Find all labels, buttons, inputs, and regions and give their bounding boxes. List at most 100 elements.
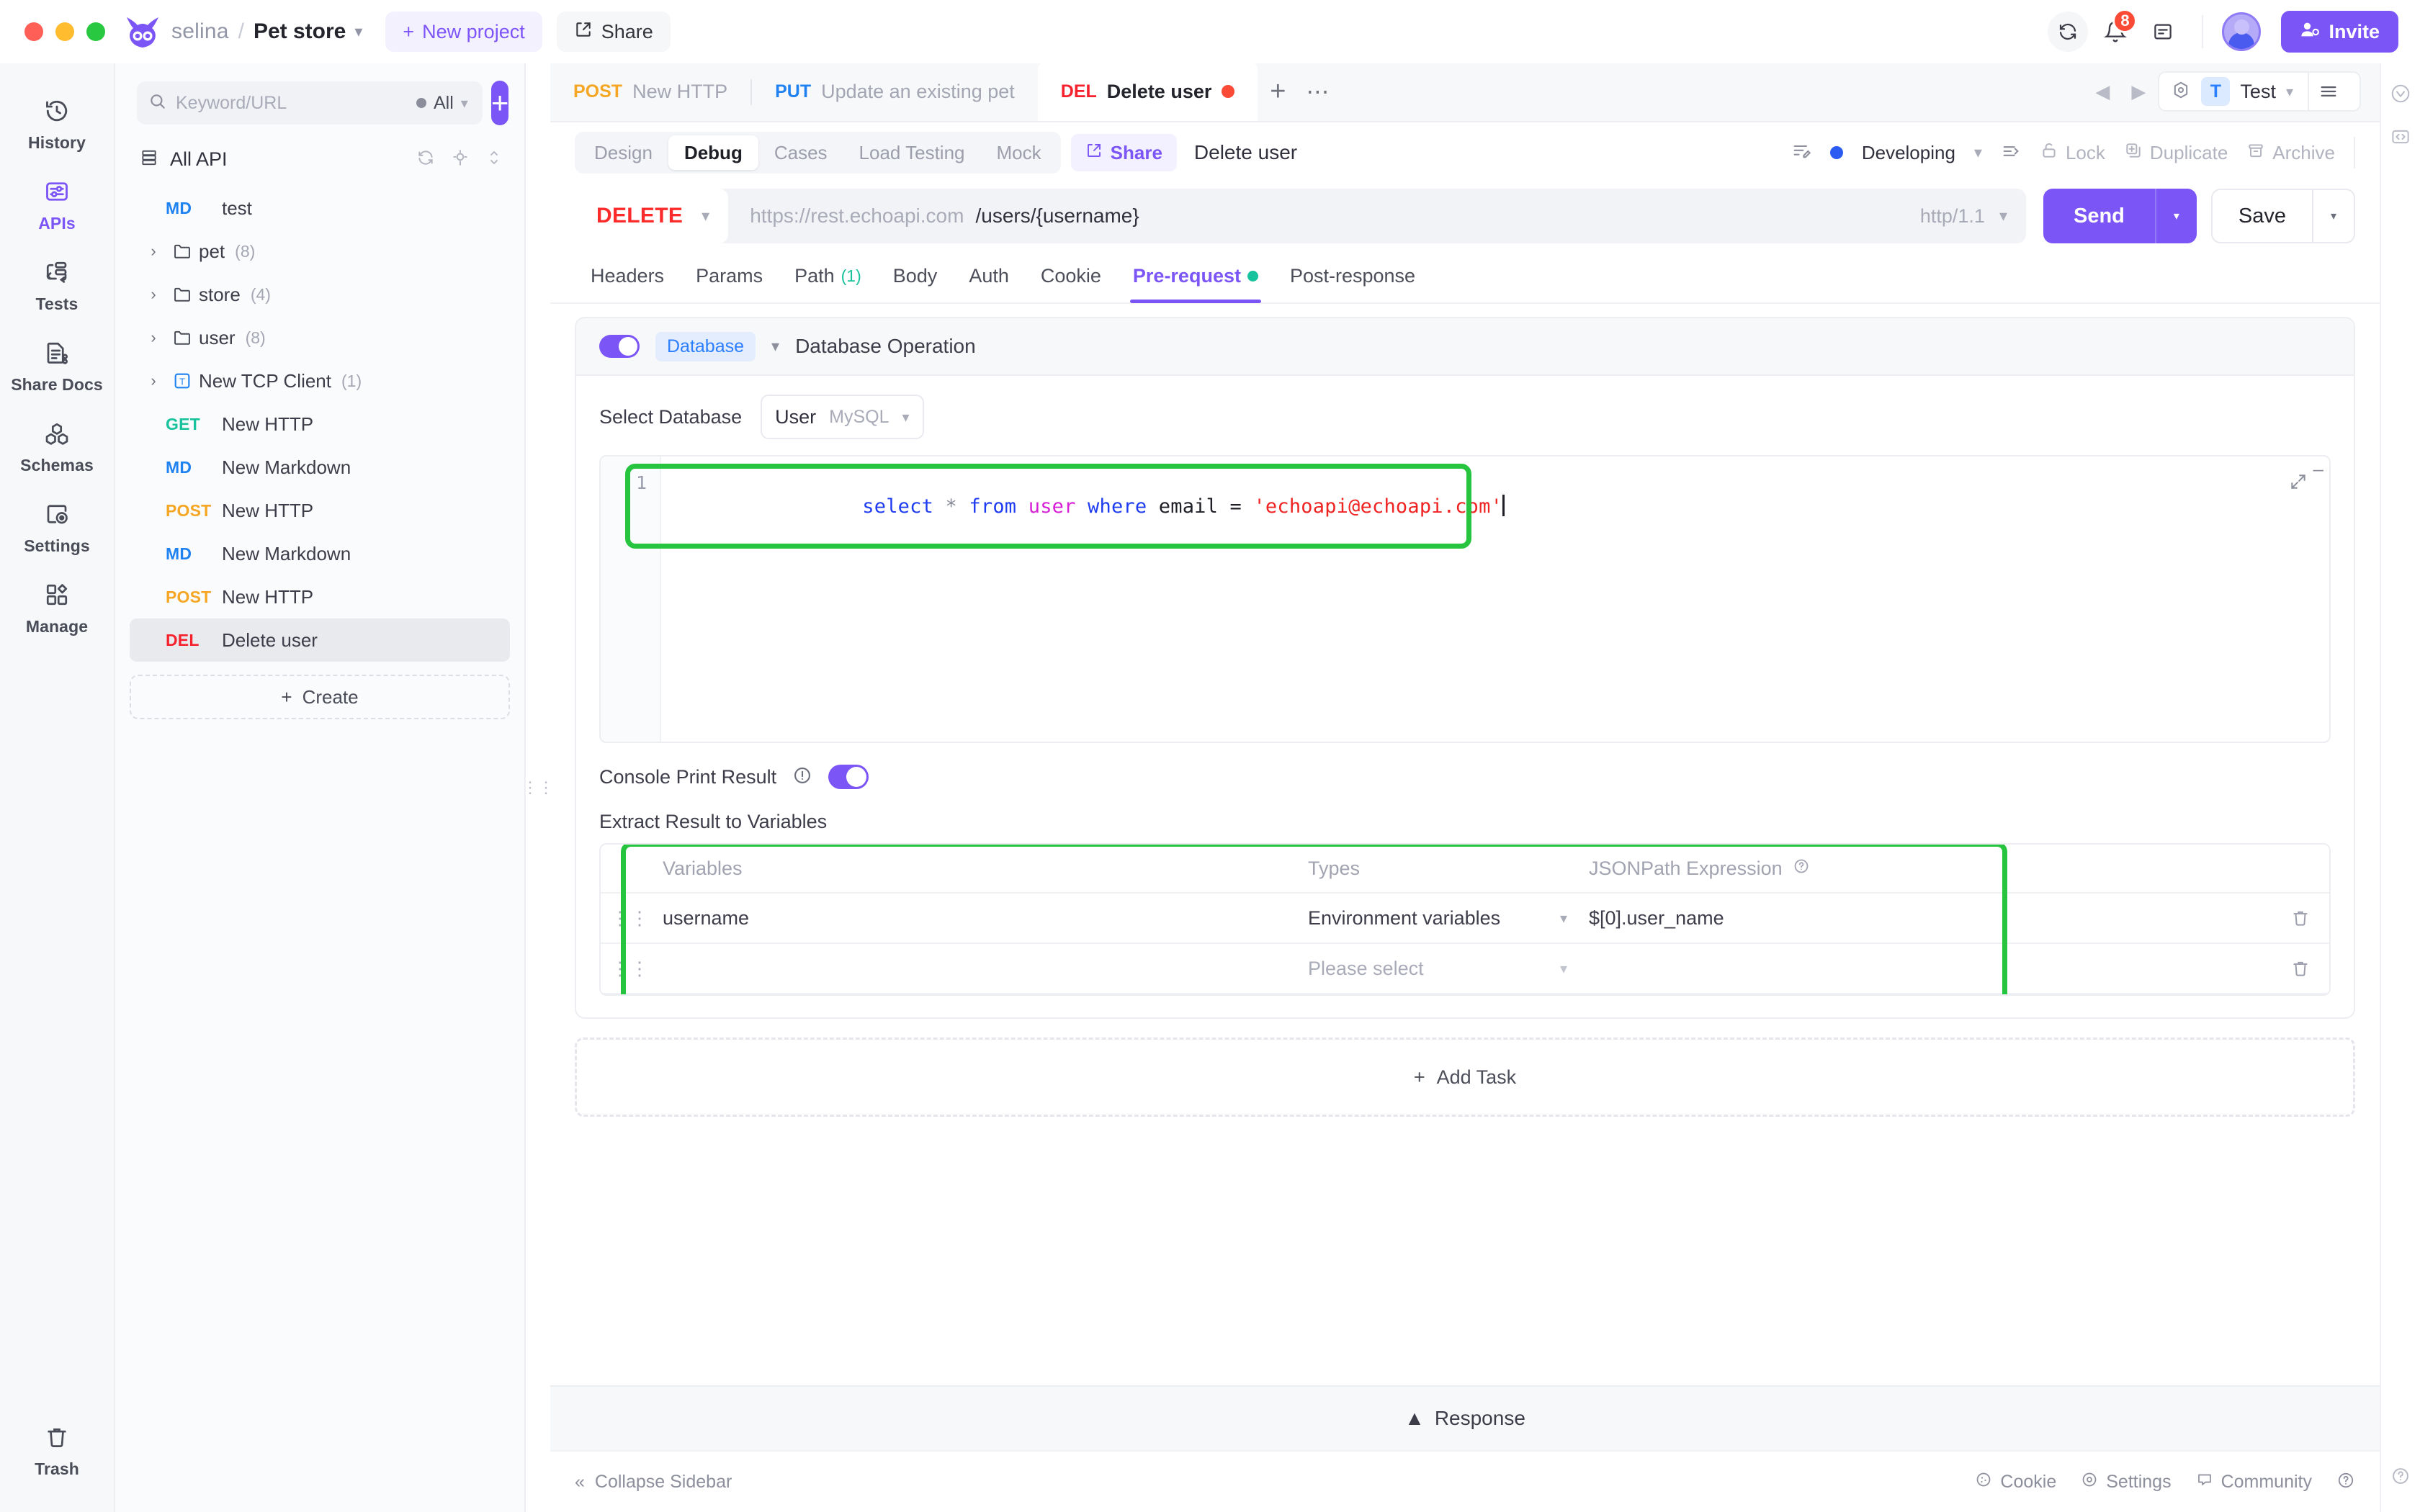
footer-settings-button[interactable]: Settings [2081, 1471, 2172, 1493]
share-request-button[interactable]: Share [1070, 134, 1177, 171]
tab-load-testing[interactable]: Load Testing [843, 135, 981, 170]
collapse-sidebar-button[interactable]: « Collapse Sidebar [575, 1472, 732, 1493]
save-options-chevron-down-icon[interactable]: ▾ [2312, 190, 2354, 242]
tab-new-http[interactable]: POST New HTTP [550, 62, 750, 121]
sidebar-item-trash[interactable]: Trash [0, 1410, 115, 1490]
chevron-right-icon[interactable]: › [141, 242, 166, 261]
sync-icon[interactable] [2048, 12, 2089, 52]
save-button[interactable]: Save [2213, 190, 2312, 242]
close-window-button[interactable] [24, 22, 43, 41]
sidebar-item-share-docs[interactable]: Share Docs [0, 325, 115, 406]
tree-node-delete-user[interactable]: DEL Delete user [130, 618, 510, 662]
code-snippet-icon[interactable] [2386, 122, 2415, 151]
workspace-owner[interactable]: selina [171, 19, 229, 44]
project-chevron-down-icon[interactable]: ▾ [354, 22, 362, 41]
sidebar-item-history[interactable]: History [0, 84, 115, 164]
tree-node-new-tcp-client[interactable]: › T New TCP Client (1) [130, 359, 510, 402]
sql-editor[interactable]: 1 select * from user where email = 'echo… [599, 455, 2331, 743]
tree-node-new-http-post-1[interactable]: POST New HTTP [130, 489, 510, 532]
tab-path[interactable]: Path (1) [779, 248, 877, 303]
url-input[interactable]: https://rest.echoapi.com /users/{usernam… [728, 204, 1901, 228]
locate-icon[interactable] [451, 148, 470, 171]
help-icon[interactable] [2386, 1462, 2415, 1490]
tab-params[interactable]: Params [680, 248, 779, 303]
help-icon[interactable] [1793, 858, 1810, 880]
tree-node-new-markdown-2[interactable]: MD New Markdown [130, 532, 510, 575]
editor-expand-icon[interactable] [2289, 472, 2308, 496]
refresh-icon[interactable] [416, 148, 435, 171]
sidebar-item-schemas[interactable]: Schemas [0, 406, 115, 487]
sort-icon[interactable] [485, 148, 503, 171]
sort-indent-icon[interactable] [2001, 141, 2021, 165]
tree-node-new-http-get[interactable]: GET New HTTP [130, 402, 510, 446]
tree-node-new-markdown-1[interactable]: MD New Markdown [130, 446, 510, 489]
row-drag-handle[interactable]: ⋮⋮ [601, 907, 660, 930]
chevron-right-icon[interactable]: › [141, 285, 166, 304]
search-filter-dropdown[interactable]: All ▾ [416, 93, 471, 114]
new-tab-button[interactable]: + [1258, 62, 1298, 121]
edit-description-icon[interactable] [1791, 141, 1811, 165]
tabs-scroll-right-icon[interactable]: ▶ [2122, 62, 2155, 121]
chevron-right-icon[interactable]: › [141, 372, 166, 390]
delete-row-icon[interactable] [2272, 959, 2329, 978]
row-drag-handle[interactable]: ⋮⋮ [601, 958, 660, 980]
tab-pre-request[interactable]: Pre-request [1117, 248, 1274, 303]
sidebar-resize-handle[interactable]: ⋮⋮ [522, 63, 554, 1512]
tab-update-an-existing-pet[interactable]: PUT Update an existing pet [752, 62, 1038, 121]
tree-node-store[interactable]: › store (4) [130, 273, 510, 316]
table-row[interactable]: ⋮⋮ Please select ▾ [601, 944, 2329, 994]
footer-help-icon[interactable] [2336, 1471, 2355, 1493]
add-task-button[interactable]: + Add Task [575, 1038, 2355, 1117]
response-bar[interactable]: ▲ Response [550, 1385, 2380, 1450]
notes-panel-icon[interactable] [2143, 12, 2183, 52]
chevron-right-icon[interactable]: › [141, 328, 166, 347]
tree-node-test[interactable]: MD test [130, 186, 510, 230]
project-name[interactable]: Pet store [254, 19, 346, 44]
user-avatar[interactable] [2222, 12, 2262, 51]
minimize-window-button[interactable] [55, 22, 74, 41]
footer-cookie-button[interactable]: Cookie [1975, 1471, 2056, 1493]
new-project-button[interactable]: + New project [385, 12, 542, 52]
sidebar-item-apis[interactable]: APIs [0, 164, 115, 245]
status-label[interactable]: Developing [1862, 142, 1955, 164]
tab-overflow-menu-icon[interactable]: ⋯ [1298, 62, 1338, 121]
editor-collapse-icon[interactable]: – [2313, 458, 2323, 480]
jsonpath-cell[interactable]: $[0].user_name [1589, 907, 2272, 930]
tab-post-response[interactable]: Post-response [1274, 248, 1431, 303]
environment-selector[interactable]: T Test ▾ [2158, 71, 2361, 112]
add-api-button[interactable]: + [490, 81, 509, 125]
tab-design[interactable]: Design [578, 135, 668, 170]
tab-body[interactable]: Body [877, 248, 954, 303]
protocol-select[interactable]: http/1.1 ▾ [1901, 189, 2026, 243]
version-history-icon[interactable] [2386, 79, 2415, 108]
tab-debug[interactable]: Debug [668, 135, 758, 170]
send-options-chevron-down-icon[interactable]: ▾ [2154, 189, 2197, 243]
tab-cases[interactable]: Cases [758, 135, 843, 170]
share-button[interactable]: Share [556, 12, 671, 52]
tab-headers[interactable]: Headers [575, 248, 680, 303]
task-type-chevron-down-icon[interactable]: ▾ [771, 337, 779, 356]
task-enabled-toggle[interactable] [599, 335, 640, 358]
search-input[interactable] [176, 92, 408, 114]
invite-button[interactable]: Invite [2281, 11, 2398, 53]
footer-community-button[interactable]: Community [2196, 1471, 2312, 1493]
request-title[interactable]: Delete user [1194, 141, 1297, 164]
all-api-row[interactable]: All API [115, 138, 524, 181]
database-select[interactable]: User MySQL ▾ [761, 395, 924, 439]
tree-node-pet[interactable]: › pet (8) [130, 230, 510, 273]
sidebar-item-tests[interactable]: Tests [0, 245, 115, 325]
tab-cookie[interactable]: Cookie [1025, 248, 1117, 303]
duplicate-button[interactable]: Duplicate [2124, 141, 2228, 165]
chevron-down-icon[interactable]: ▾ [1974, 143, 1982, 162]
environment-menu-icon[interactable] [2308, 71, 2348, 112]
variable-type-select[interactable]: Please select ▾ [1308, 958, 1589, 980]
tab-auth[interactable]: Auth [953, 248, 1025, 303]
delete-row-icon[interactable] [2272, 909, 2329, 927]
tab-mock[interactable]: Mock [981, 135, 1057, 170]
console-print-toggle[interactable] [828, 765, 869, 789]
maximize-window-button[interactable] [86, 22, 105, 41]
send-button[interactable]: Send [2043, 189, 2155, 243]
notifications-button[interactable]: 8 [2095, 9, 2138, 52]
search-box[interactable]: All ▾ [137, 81, 483, 125]
info-icon[interactable] [792, 765, 812, 789]
